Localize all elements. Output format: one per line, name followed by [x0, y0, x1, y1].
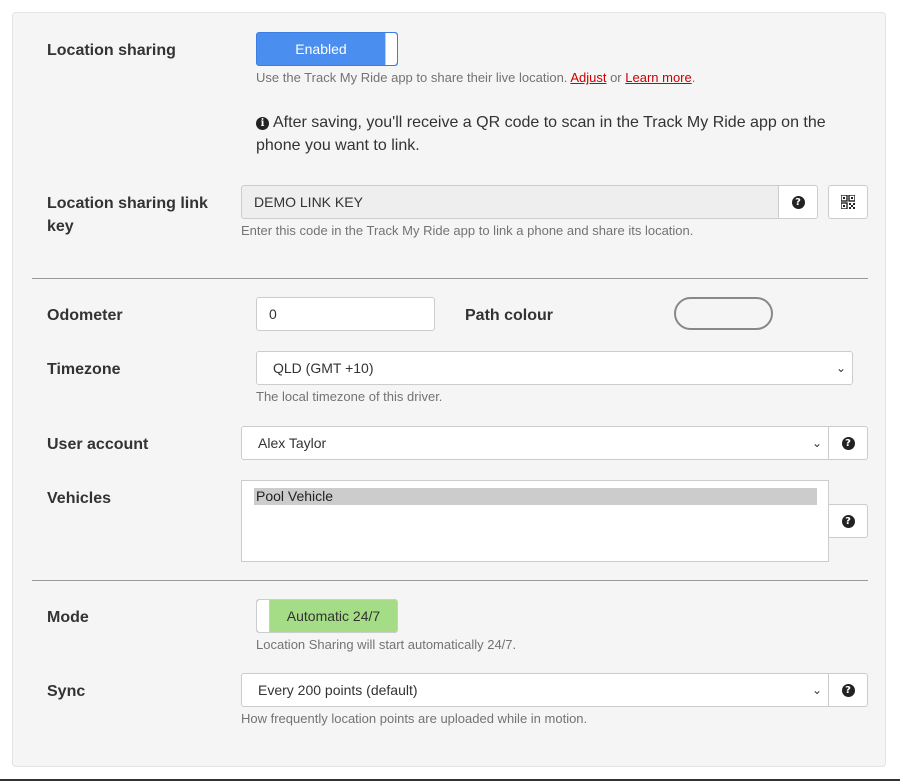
user-account-help-button[interactable]: ?	[828, 426, 868, 460]
divider	[32, 278, 868, 279]
toggle-knob	[385, 33, 397, 65]
user-account-selected: Alex Taylor	[258, 435, 327, 451]
question-circle-icon: ?	[791, 196, 805, 209]
timezone-selected: QLD (GMT +10)	[273, 360, 374, 376]
help-text-or: or	[606, 70, 626, 85]
location-sharing-label: Location sharing	[47, 42, 176, 59]
link-key-label: Location sharing link key	[47, 195, 208, 235]
qr-code-button[interactable]	[828, 185, 868, 219]
question-circle-icon: ?	[841, 515, 855, 528]
info-circle-icon: i	[256, 117, 269, 130]
location-sharing-toggle[interactable]: Enabled	[256, 32, 398, 66]
location-sharing-toggle-label: Enabled	[295, 41, 347, 57]
adjust-link[interactable]: Adjust	[570, 70, 606, 85]
sync-selected: Every 200 points (default)	[258, 682, 418, 698]
user-account-label: User account	[47, 436, 149, 453]
chevron-down-icon: ⌄	[811, 436, 822, 450]
question-circle-icon: ?	[841, 437, 855, 450]
qr-info-text: After saving, you'll receive a QR code t…	[256, 114, 826, 154]
link-key-help-button[interactable]: ?	[778, 185, 818, 219]
timezone-help: The local timezone of this driver.	[256, 389, 443, 404]
qr-code-icon	[840, 194, 856, 210]
vehicles-listbox[interactable]: Pool Vehicle	[241, 480, 829, 562]
divider	[32, 580, 868, 581]
sync-select[interactable]: Every 200 points (default) ⌄	[241, 673, 829, 707]
odometer-label: Odometer	[47, 307, 123, 324]
sync-label: Sync	[47, 683, 86, 700]
timezone-select[interactable]: QLD (GMT +10) ⌄	[256, 351, 853, 385]
sync-help: How frequently location points are uploa…	[241, 711, 588, 726]
location-sharing-help: Use the Track My Ride app to share their…	[256, 69, 856, 86]
mode-help: Location Sharing will start automaticall…	[256, 637, 517, 652]
chevron-down-icon: ⌄	[835, 361, 846, 375]
help-text-suffix: .	[691, 70, 696, 85]
link-key-help: Enter this code in the Track My Ride app…	[241, 223, 694, 238]
help-text: Use the Track My Ride app to share their…	[256, 70, 571, 85]
qr-info-note: i After saving, you'll receive a QR code …	[256, 111, 846, 157]
timezone-label: Timezone	[47, 361, 121, 378]
mode-label: Mode	[47, 609, 89, 626]
toggle-knob	[257, 600, 270, 632]
mode-toggle[interactable]: Automatic 24/7	[256, 599, 398, 633]
question-circle-icon: ?	[841, 684, 855, 697]
sync-help-button[interactable]: ?	[828, 673, 868, 707]
vehicle-option[interactable]: Pool Vehicle	[254, 488, 817, 505]
link-key-input[interactable]: DEMO LINK KEY	[241, 185, 779, 219]
vehicles-help-button[interactable]: ?	[828, 504, 868, 538]
learn-more-link[interactable]: Learn more	[625, 70, 691, 85]
chevron-down-icon: ⌄	[811, 683, 822, 697]
vehicles-label: Vehicles	[47, 490, 112, 507]
user-account-select[interactable]: Alex Taylor ⌄	[241, 426, 829, 460]
mode-toggle-label: Automatic 24/7	[286, 608, 381, 624]
odometer-input[interactable]: 0	[256, 297, 435, 331]
path-colour-label: Path colour	[465, 307, 554, 324]
path-colour-picker[interactable]	[674, 297, 773, 330]
